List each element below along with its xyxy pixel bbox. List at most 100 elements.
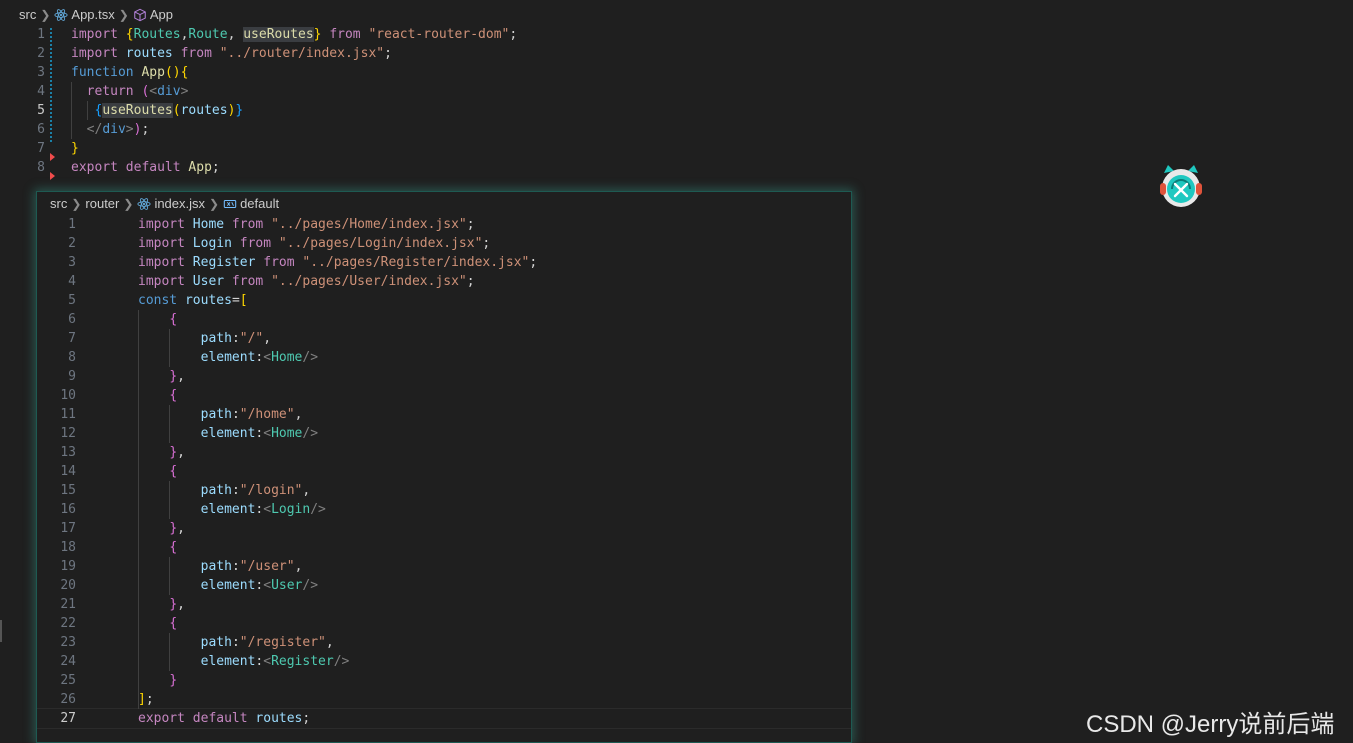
code-line[interactable]: 1 import {Routes,Route, useRoutes} from "… xyxy=(0,25,1353,44)
code-line[interactable]: 16 element:<Login/> xyxy=(37,500,851,519)
code-text[interactable]: {useRoutes(routes)} xyxy=(71,101,243,120)
code-text[interactable]: element:<Home/> xyxy=(138,348,318,367)
code-line[interactable]: 3 import Register from "../pages/Register… xyxy=(37,253,851,272)
code-text[interactable]: ]; xyxy=(138,690,154,709)
code-line[interactable]: 9 }, xyxy=(37,367,851,386)
code-token: import xyxy=(71,46,126,61)
code-text[interactable]: path:"/register", xyxy=(138,633,334,652)
line-number: 11 xyxy=(60,407,76,422)
code-text[interactable]: }, xyxy=(138,519,185,538)
code-line[interactable]: 13 }, xyxy=(37,443,851,462)
code-line[interactable]: 5 {useRoutes(routes)} xyxy=(0,101,1353,120)
code-text[interactable]: element:<Home/> xyxy=(138,424,318,443)
code-line[interactable]: 23 path:"/register", xyxy=(37,633,851,652)
code-line[interactable]: 20 element:<User/> xyxy=(37,576,851,595)
code-text[interactable]: { xyxy=(138,462,177,481)
code-line[interactable]: 2 import Login from "../pages/Login/index… xyxy=(37,234,851,253)
code-text[interactable]: element:<User/> xyxy=(138,576,318,595)
code-text[interactable]: import {Routes,Route, useRoutes} from "r… xyxy=(71,25,517,44)
code-line[interactable]: 8 export default App; xyxy=(0,158,1353,177)
code-text[interactable]: }, xyxy=(138,443,185,462)
code-line[interactable]: 25 } xyxy=(37,671,851,690)
breadcrumb-folder[interactable]: src xyxy=(50,196,67,211)
line-number: 19 xyxy=(60,559,76,574)
code-text[interactable]: } xyxy=(71,139,79,158)
breadcrumb-file[interactable]: index.jsx xyxy=(154,196,205,211)
code-line[interactable]: 21 }, xyxy=(37,595,851,614)
code-text[interactable]: import routes from "../router/index.jsx"… xyxy=(71,44,392,63)
code-line[interactable]: 1 import Home from "../pages/Home/index.j… xyxy=(37,215,851,234)
code-line[interactable]: 10 { xyxy=(37,386,851,405)
code-line[interactable]: 7} xyxy=(0,139,1353,158)
code-text[interactable]: path:"/login", xyxy=(138,481,311,500)
code-token: = xyxy=(231,293,240,308)
code-text[interactable]: { xyxy=(138,310,177,329)
code-token: ; xyxy=(302,711,311,726)
code-text[interactable]: { xyxy=(138,614,177,633)
code-line[interactable]: 3 function App(){ xyxy=(0,63,1353,82)
code-line[interactable]: 8 element:<Home/> xyxy=(37,348,851,367)
line-number: 3 xyxy=(37,65,45,80)
code-text[interactable]: }, xyxy=(138,595,185,614)
code-line[interactable]: 26]; xyxy=(37,690,851,709)
code-text[interactable]: import User from "../pages/User/index.js… xyxy=(138,272,475,291)
code-line[interactable]: 5 const routes=[ xyxy=(37,291,851,310)
code-line[interactable]: 7 path:"/", xyxy=(37,329,851,348)
breadcrumb-folder[interactable]: src xyxy=(19,7,36,22)
code-line[interactable]: 24 element:<Register/> xyxy=(37,652,851,671)
code-text[interactable]: element:<Login/> xyxy=(138,500,326,519)
code-line[interactable]: 18 { xyxy=(37,538,851,557)
breadcrumb-file[interactable]: App.tsx xyxy=(71,7,114,22)
code-text[interactable]: export default routes; xyxy=(138,709,310,728)
code-line[interactable]: 2 import routes from "../router/index.jsx… xyxy=(0,44,1353,63)
code-text[interactable]: path:"/user", xyxy=(138,557,303,576)
code-line[interactable]: 19 path:"/user", xyxy=(37,557,851,576)
code-token: : xyxy=(231,483,240,498)
code-text[interactable]: const routes=[ xyxy=(138,291,248,310)
code-line[interactable]: 12 element:<Home/> xyxy=(37,424,851,443)
code-text[interactable]: { xyxy=(138,538,177,557)
code-text[interactable]: return (<div> xyxy=(71,82,189,101)
code-token: < xyxy=(263,426,272,441)
code-token: "/home" xyxy=(239,407,295,422)
code-line[interactable]: 6 { xyxy=(37,310,851,329)
code-line[interactable]: 6 </div>); xyxy=(0,120,1353,139)
code-text[interactable]: { xyxy=(138,386,177,405)
code-line[interactable]: 14 { xyxy=(37,462,851,481)
code-text[interactable]: element:<Register/> xyxy=(138,652,350,671)
breadcrumb-subfolder[interactable]: router xyxy=(85,196,119,211)
code-text[interactable]: path:"/", xyxy=(138,329,271,348)
code-text[interactable]: function App(){ xyxy=(71,63,188,82)
code-line[interactable]: 27 export default routes; xyxy=(37,709,851,728)
code-text[interactable]: } xyxy=(138,671,177,690)
code-text[interactable]: }, xyxy=(138,367,185,386)
code-token: path xyxy=(200,407,232,422)
code-line[interactable]: 11 path:"/home", xyxy=(37,405,851,424)
breadcrumb-symbol[interactable]: App xyxy=(150,7,173,22)
line-number: 14 xyxy=(60,464,76,479)
line-number: 7 xyxy=(37,141,45,156)
code-text[interactable]: path:"/home", xyxy=(138,405,303,424)
code-token: /> xyxy=(302,578,319,593)
code-line[interactable]: 4 import User from "../pages/User/index.j… xyxy=(37,272,851,291)
code-area-peek[interactable]: 1 import Home from "../pages/Home/index.j… xyxy=(37,215,851,728)
cat-mascot-icon[interactable] xyxy=(1158,163,1204,209)
code-line[interactable]: 15 path:"/login", xyxy=(37,481,851,500)
code-text[interactable]: import Login from "../pages/Login/index.… xyxy=(138,234,490,253)
line-number: 6 xyxy=(68,312,76,327)
code-line[interactable]: 17 }, xyxy=(37,519,851,538)
code-token: const xyxy=(138,293,185,308)
code-text[interactable]: import Home from "../pages/Home/index.js… xyxy=(138,215,475,234)
code-line[interactable]: 4 return (<div> xyxy=(0,82,1353,101)
line-number: 4 xyxy=(37,84,45,99)
code-token: } xyxy=(169,673,178,688)
code-text[interactable]: import Register from "../pages/Register/… xyxy=(138,253,537,272)
code-area-top[interactable]: 1 import {Routes,Route, useRoutes} from "… xyxy=(0,25,1353,177)
code-line[interactable]: 22 { xyxy=(37,614,851,633)
code-text[interactable]: export default App; xyxy=(71,158,220,177)
breadcrumb-symbol[interactable]: default xyxy=(240,196,279,211)
code-text[interactable]: </div>); xyxy=(71,120,150,139)
